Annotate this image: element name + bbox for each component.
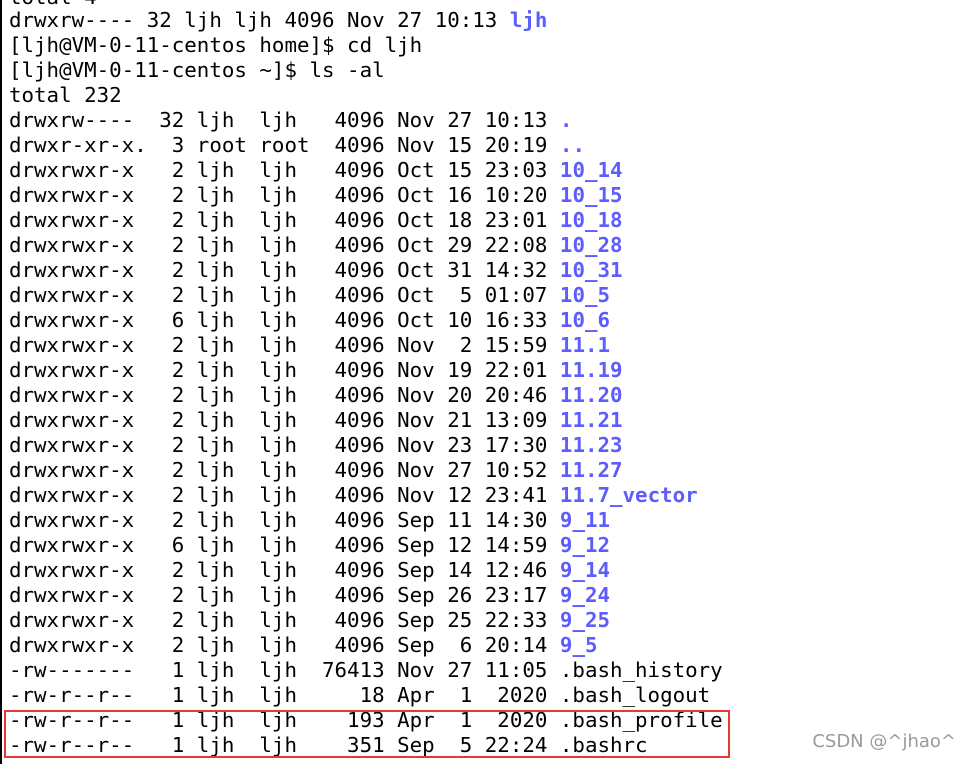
directory-name: 10_15 <box>559 183 623 207</box>
directory-name: 9_25 <box>559 608 611 632</box>
terminal-line: drwxrwxr-x 2 ljh ljh 4096 Oct 5 01:07 10… <box>9 283 611 307</box>
directory-name: 9_11 <box>559 508 611 532</box>
terminal-line: -rw------- 1 ljh ljh 76413 Nov 27 11:05 … <box>9 658 723 682</box>
terminal-line: drwxrwxr-x 2 ljh ljh 4096 Sep 11 14:30 9… <box>9 508 611 532</box>
terminal-line: drwxrwxr-x 2 ljh ljh 4096 Oct 15 23:03 1… <box>9 158 623 182</box>
directory-name: 11.23 <box>559 433 623 457</box>
watermark: CSDN @^jhao^ <box>812 731 956 752</box>
directory-name: 11.7_vector <box>559 483 698 507</box>
terminal-output: total 4 drwxrw---- 32 ljh ljh 4096 Nov 2… <box>0 0 970 764</box>
terminal-line: drwxrwxr-x 2 ljh ljh 4096 Nov 12 23:41 1… <box>9 483 698 507</box>
terminal-line: -rw-r--r-- 1 ljh ljh 18 Apr 1 2020 .bash… <box>9 683 711 707</box>
terminal-line: drwxrw---- 32 ljh ljh 4096 Nov 27 10:13 … <box>9 108 573 132</box>
terminal-line: drwxrwxr-x 2 ljh ljh 4096 Oct 29 22:08 1… <box>9 233 623 257</box>
terminal-line: drwxrwxr-x 2 ljh ljh 4096 Nov 20 20:46 1… <box>9 383 623 407</box>
directory-name: 11.1 <box>559 333 611 357</box>
terminal-line: drwxrwxr-x 2 ljh ljh 4096 Oct 31 14:32 1… <box>9 258 623 282</box>
directory-name: 10_5 <box>559 283 611 307</box>
directory-name: 11.19 <box>559 358 623 382</box>
directory-name: 10_31 <box>559 258 623 282</box>
directory-name: 10_6 <box>559 308 611 332</box>
terminal-line: drwxrwxr-x 2 ljh ljh 4096 Nov 27 10:52 1… <box>9 458 623 482</box>
terminal-line: drwxrwxr-x 2 ljh ljh 4096 Sep 14 12:46 9… <box>9 558 611 582</box>
window-border <box>0 0 2 764</box>
terminal-line: drwxrwxr-x 2 ljh ljh 4096 Nov 21 13:09 1… <box>9 408 623 432</box>
terminal-line: [ljh@VM-0-11-centos ~]$ ls -al <box>9 58 385 82</box>
terminal-line: drwxrwxr-x 2 ljh ljh 4096 Nov 2 15:59 11… <box>9 333 611 357</box>
terminal-line: total 232 <box>9 83 122 107</box>
terminal-line: drwxrwxr-x 6 ljh ljh 4096 Oct 10 16:33 1… <box>9 308 611 332</box>
directory-name: 10_28 <box>559 233 623 257</box>
terminal-line: drwxrwxr-x 2 ljh ljh 4096 Nov 19 22:01 1… <box>9 358 623 382</box>
terminal-line: drwxrwxr-x 2 ljh ljh 4096 Sep 25 22:33 9… <box>9 608 611 632</box>
terminal-line: drwxrwxr-x 2 ljh ljh 4096 Nov 23 17:30 1… <box>9 433 623 457</box>
terminal-line: drwxrw---- 32 ljh ljh 4096 Nov 27 10:13 … <box>9 8 548 32</box>
directory-name: 9_5 <box>559 633 598 657</box>
terminal-line: drwxrwxr-x 2 ljh ljh 4096 Oct 18 23:01 1… <box>9 208 623 232</box>
terminal-line: drwxrwxr-x 2 ljh ljh 4096 Oct 16 10:20 1… <box>9 183 623 207</box>
terminal-line: drwxrwxr-x 2 ljh ljh 4096 Sep 26 23:17 9… <box>9 583 611 607</box>
directory-name: 10_18 <box>559 208 623 232</box>
directory-name: 9_24 <box>559 583 611 607</box>
directory-name: 9_12 <box>559 533 611 557</box>
terminal-line: drwxrwxr-x 6 ljh ljh 4096 Sep 12 14:59 9… <box>9 533 611 557</box>
terminal-line: [ljh@VM-0-11-centos home]$ cd ljh <box>9 33 423 57</box>
directory-name: .. <box>559 133 585 157</box>
directory-name: 10_14 <box>559 158 623 182</box>
directory-name: 11.21 <box>559 408 623 432</box>
directory-name: . <box>559 108 573 132</box>
highlight-box <box>4 710 730 758</box>
directory-name: 9_14 <box>559 558 611 582</box>
directory-name: ljh <box>509 8 548 32</box>
terminal-line: drwxr-xr-x. 3 root root 4096 Nov 15 20:1… <box>9 133 585 157</box>
directory-name: 11.20 <box>559 383 623 407</box>
terminal-line: drwxrwxr-x 2 ljh ljh 4096 Sep 6 20:14 9_… <box>9 633 598 657</box>
directory-name: 11.27 <box>559 458 623 482</box>
